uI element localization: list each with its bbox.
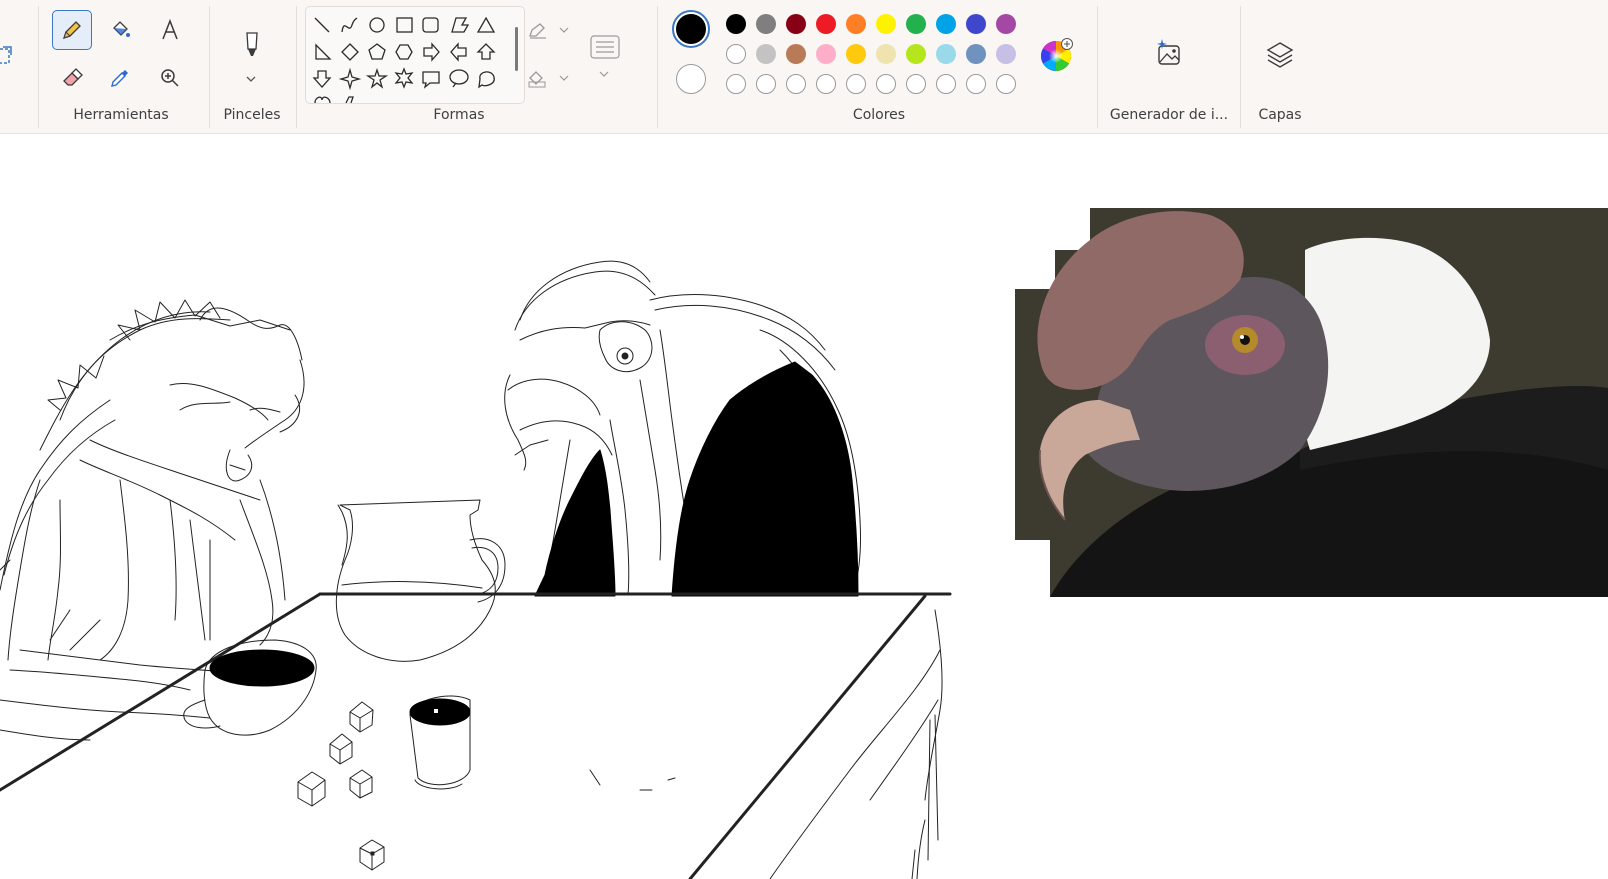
color-swatch[interactable]	[936, 44, 956, 64]
drawing-canvas[interactable]	[0, 134, 1608, 879]
select-icon[interactable]	[0, 40, 18, 70]
layers-label: Capas	[1258, 107, 1302, 123]
color-swatch[interactable]	[996, 14, 1016, 34]
brush-icon[interactable]	[232, 24, 272, 64]
sketch-drawing	[0, 260, 952, 879]
color-palette	[726, 14, 1026, 104]
stroke-size-icon[interactable]	[588, 32, 624, 84]
color-swatch[interactable]	[786, 44, 806, 64]
color-swatch[interactable]	[876, 14, 896, 34]
color-swatch[interactable]	[756, 44, 776, 64]
custom-color-slot[interactable]	[936, 74, 956, 94]
primary-color-fill	[676, 14, 706, 44]
primary-color-swatch[interactable]	[672, 10, 710, 48]
layers-group[interactable]: Capas	[1244, 0, 1316, 134]
color-swatch[interactable]	[846, 44, 866, 64]
color-swatch[interactable]	[846, 14, 866, 34]
canvas-artwork[interactable]	[0, 134, 1608, 879]
ribbon-toolbar: Herramientas Pinceles Formas Colores Gen…	[0, 0, 1608, 134]
custom-color-slot[interactable]	[726, 74, 746, 94]
custom-color-slot[interactable]	[966, 74, 986, 94]
brushes-group: Pinceles	[212, 0, 292, 134]
fill-icon[interactable]	[526, 68, 570, 90]
custom-color-slot[interactable]	[996, 74, 1016, 94]
custom-color-slot[interactable]	[786, 74, 806, 94]
image-generator-group[interactable]: Generador de i...	[1104, 0, 1234, 134]
image-generator-label: Generador de i...	[1109, 107, 1229, 123]
shapes-group: Formas	[300, 0, 640, 134]
color-swatch[interactable]	[906, 44, 926, 64]
color-swatch[interactable]	[816, 44, 836, 64]
custom-color-slot[interactable]	[756, 74, 776, 94]
color-swatch[interactable]	[996, 44, 1016, 64]
colors-group-label: Colores	[852, 107, 906, 123]
layers-icon[interactable]	[1265, 40, 1295, 70]
brushes-group-label: Pinceles	[223, 107, 281, 123]
pasted-photo-condor	[1015, 208, 1608, 597]
color-picker-icon[interactable]	[100, 58, 140, 98]
color-swatch[interactable]	[966, 44, 986, 64]
fill-bucket-icon[interactable]	[100, 10, 140, 50]
eraser-icon[interactable]	[52, 58, 92, 98]
shapes-gallery-scrollbar[interactable]	[515, 27, 518, 71]
pencil-icon[interactable]	[52, 10, 92, 50]
image-creator-icon[interactable]	[1154, 38, 1184, 68]
color-swatch[interactable]	[966, 14, 986, 34]
color-swatch[interactable]	[876, 44, 896, 64]
color-swatch[interactable]	[936, 14, 956, 34]
secondary-color-swatch[interactable]	[676, 64, 706, 94]
custom-color-slot[interactable]	[816, 74, 836, 94]
edit-colors-icon[interactable]	[1040, 38, 1076, 74]
color-swatch[interactable]	[906, 14, 926, 34]
magnifier-icon[interactable]	[150, 58, 190, 98]
text-icon[interactable]	[150, 10, 190, 50]
color-swatch[interactable]	[756, 14, 776, 34]
outline-icon[interactable]	[526, 20, 570, 42]
tools-group: Herramientas	[40, 0, 202, 134]
shapes-gallery	[305, 6, 525, 104]
color-swatch[interactable]	[726, 44, 746, 64]
shapes-gallery-icons[interactable]	[306, 7, 524, 103]
colors-group: Colores	[660, 0, 1098, 134]
custom-color-slot[interactable]	[876, 74, 896, 94]
shapes-group-label: Formas	[433, 107, 485, 123]
chevron-down-icon[interactable]	[245, 68, 257, 87]
tools-group-label: Herramientas	[73, 107, 169, 123]
color-swatch[interactable]	[786, 14, 806, 34]
custom-color-slot[interactable]	[846, 74, 866, 94]
color-swatch[interactable]	[726, 14, 746, 34]
custom-color-slot[interactable]	[906, 74, 926, 94]
color-swatch[interactable]	[816, 14, 836, 34]
